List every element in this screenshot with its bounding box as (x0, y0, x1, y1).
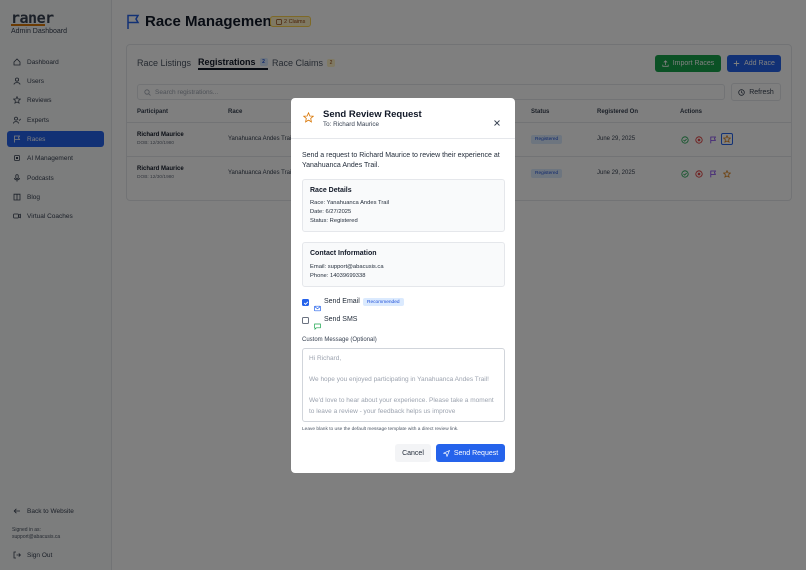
contact-phone: Phone: 14039699338 (310, 273, 366, 279)
send-sms-label: Send SMS (324, 316, 358, 323)
send-email-checkbox[interactable] (302, 299, 309, 306)
contact-email: Email: support@abacusis.ca (310, 264, 384, 270)
custom-message-label: Custom Message (Optional) (302, 337, 377, 343)
contact-info-box: Contact Information Email: support@abacu… (302, 242, 505, 287)
custom-message-hint: Leave blank to use the default message t… (302, 427, 459, 432)
send-sms-checkbox[interactable] (302, 317, 309, 324)
divider (291, 138, 515, 139)
race-detail-status: Status: Registered (310, 218, 358, 224)
message-icon (314, 317, 321, 331)
race-details-title: Race Details (310, 187, 352, 194)
review-request-dialog: Send Review Request To: Richard Maurice … (291, 98, 515, 473)
recommended-badge: Recommended (363, 298, 404, 306)
send-label: Send Request (453, 449, 499, 457)
race-detail-race: Race: Yanahuanca Andes Trail (310, 200, 390, 206)
close-icon[interactable] (493, 114, 501, 126)
cancel-button[interactable]: Cancel (395, 444, 431, 462)
contact-info-title: Contact Information (310, 250, 377, 257)
mail-icon (314, 299, 321, 312)
star-icon (301, 110, 316, 125)
dialog-subtitle: To: Richard Maurice (323, 121, 379, 128)
send-request-button[interactable]: Send Request (436, 444, 505, 462)
dialog-title: Send Review Request (323, 109, 422, 120)
custom-message-field[interactable]: Hi Richard, We hope you enjoyed particip… (302, 348, 505, 422)
race-details-box: Race Details Race: Yanahuanca Andes Trai… (302, 179, 505, 232)
send-email-label: Send Email (324, 298, 360, 305)
race-detail-date: Date: 6/27/2025 (310, 209, 352, 215)
send-icon (442, 449, 450, 457)
dialog-intro: Send a request to Richard Maurice to rev… (302, 152, 500, 169)
